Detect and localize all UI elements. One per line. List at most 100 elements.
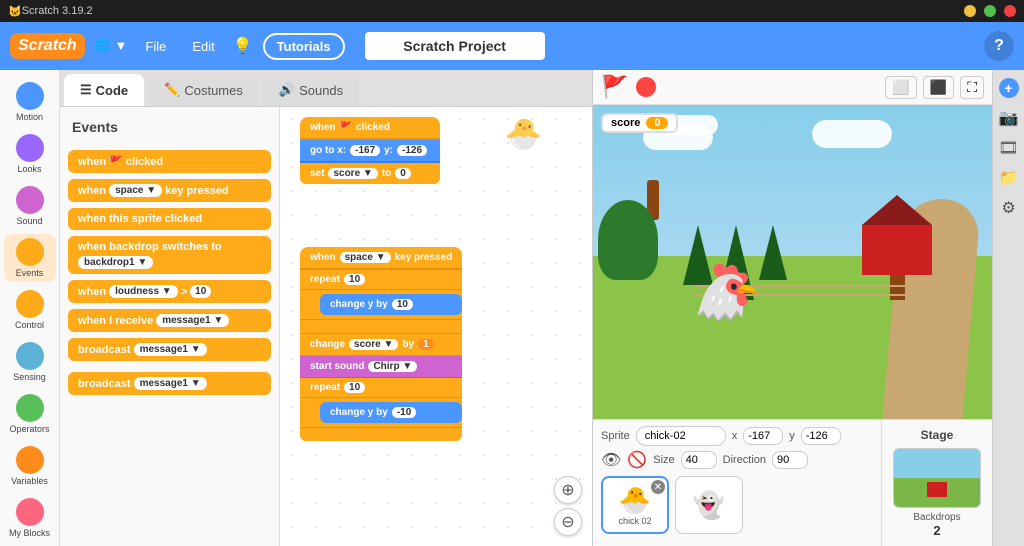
repeat-notch: ↩ — [300, 320, 462, 334]
message-dropdown[interactable]: message1 ▼ — [156, 314, 229, 327]
camera-btn[interactable]: 📷 — [999, 108, 1019, 128]
block-text: key pressed — [165, 185, 229, 197]
language-btn[interactable]: 🌐 ▼ — [95, 38, 128, 54]
title-bar: 🐱 Scratch 3.19.2 — [0, 0, 1024, 22]
folder-btn[interactable]: 📁 — [999, 168, 1019, 188]
block-broadcast2[interactable]: broadcast message1 ▼ — [68, 372, 271, 395]
y-label: y — [789, 430, 795, 442]
stop-btn[interactable] — [636, 77, 656, 97]
bottom-right: Sprite x y 👁 🚫 Size Direction — [593, 419, 992, 546]
file-menu-btn[interactable]: File — [137, 35, 174, 58]
block-change-score[interactable]: change score ▼ by 1 — [300, 334, 462, 356]
score-drop[interactable]: score ▼ — [328, 168, 377, 179]
sounds-tab-icon: 🔊 — [279, 82, 295, 98]
sprite-y-input[interactable] — [801, 427, 841, 445]
control-label: Control — [15, 320, 44, 330]
help-btn[interactable]: ? — [984, 31, 1014, 61]
key-dropdown[interactable]: space ▼ — [109, 184, 162, 197]
category-motion[interactable]: Motion — [4, 78, 56, 126]
block-when-loudness[interactable]: when loudness ▼ > 10 — [68, 280, 271, 303]
score-value: 0 — [646, 117, 668, 129]
sound-drop[interactable]: Chirp ▼ — [368, 361, 417, 372]
tabs-bar: ☰ Code ✏️ Costumes 🔊 Sounds — [60, 70, 592, 107]
block-flag-clicked-1[interactable]: when 🚩 clicked — [300, 117, 440, 140]
green-flag-btn[interactable]: 🚩 — [601, 74, 628, 100]
category-sensing[interactable]: Sensing — [4, 338, 56, 386]
broadcast-dropdown[interactable]: message1 ▼ — [134, 343, 207, 356]
sensing-dot — [16, 342, 44, 370]
motion-dot — [16, 82, 44, 110]
project-title[interactable]: Scratch Project — [365, 32, 545, 60]
stage-section: Stage Backdrops 2 — [882, 420, 992, 546]
key-pressed-text: key pressed — [395, 252, 453, 263]
stage-thumbnail[interactable] — [893, 448, 981, 508]
hide-btn[interactable]: 🚫 — [627, 450, 647, 470]
sprite-x-input[interactable] — [743, 427, 783, 445]
score-zero: 0 — [395, 168, 411, 179]
block-set-score[interactable]: set score ▼ to 0 — [300, 163, 440, 184]
block-start-sound[interactable]: start sound Chirp ▼ — [300, 356, 462, 378]
lightbulb-btn[interactable]: 💡 — [233, 36, 253, 56]
block-repeat-10-2[interactable]: repeat 10 — [300, 378, 462, 398]
zoom-out-btn[interactable]: ⊖ — [554, 508, 582, 536]
right-panel: 🚩 ⬜ ⬛ ⛶ — [592, 70, 992, 546]
block-when-sprite-clicked[interactable]: when this sprite clicked — [68, 208, 271, 230]
sprite-delete-btn[interactable]: ✕ — [651, 480, 665, 494]
add-btn[interactable]: + — [999, 78, 1019, 98]
category-myblocks[interactable]: My Blocks — [4, 494, 56, 542]
script-canvas[interactable]: when 🚩 clicked go to x: -167 y: -126 set… — [280, 107, 592, 546]
show-btn[interactable]: 👁 — [601, 450, 621, 470]
direction-input[interactable] — [772, 451, 808, 469]
tab-code[interactable]: ☰ Code — [64, 74, 144, 106]
repeat-val: 10 — [344, 274, 365, 285]
block-when-flag-clicked[interactable]: when 🚩 clicked — [68, 150, 271, 173]
close-btn[interactable] — [1004, 5, 1016, 17]
score-drop2[interactable]: score ▼ — [349, 339, 398, 350]
block-space-key[interactable]: when space ▼ key pressed — [300, 247, 462, 270]
sprite-thumb-ghost[interactable]: 👻 — [675, 476, 743, 534]
edit-menu-btn[interactable]: Edit — [184, 35, 222, 58]
sprite-thumb-chick[interactable]: ✕ 🐣 chick 02 — [601, 476, 669, 534]
category-sound[interactable]: Sound — [4, 182, 56, 230]
zoom-in-btn[interactable]: ⊕ — [554, 476, 582, 504]
block-goto[interactable]: go to x: -167 y: -126 — [300, 140, 440, 163]
stage-canvas: score 0 🐔 — [593, 105, 992, 419]
block-text: when — [78, 185, 106, 197]
broadcast2-dropdown[interactable]: message1 ▼ — [134, 377, 207, 390]
category-operators[interactable]: Operators — [4, 390, 56, 438]
block-when-backdrop[interactable]: when backdrop switches to backdrop1 ▼ — [68, 236, 271, 274]
chick-sprite: 🐔 — [693, 260, 761, 325]
space-drop[interactable]: space ▼ — [340, 252, 391, 263]
tab-sounds[interactable]: 🔊 Sounds — [263, 74, 359, 106]
stage-large-btn[interactable]: ⬛ — [923, 76, 954, 99]
block-when-key-pressed[interactable]: when space ▼ key pressed — [68, 179, 271, 202]
tutorials-btn[interactable]: Tutorials — [263, 33, 345, 60]
maximize-btn[interactable] — [984, 5, 996, 17]
block-repeat-10[interactable]: repeat 10 — [300, 270, 462, 290]
category-control[interactable]: Control — [4, 286, 56, 334]
backdrop-dropdown[interactable]: backdrop1 ▼ — [78, 256, 153, 269]
events-label: Events — [16, 268, 44, 278]
block-change-y-10[interactable]: change y by 10 — [320, 294, 462, 315]
sensor-dropdown[interactable]: loudness ▼ — [109, 285, 178, 298]
gear-btn[interactable]: ⚙ — [1001, 198, 1015, 218]
minimize-btn[interactable] — [964, 5, 976, 17]
block-text: when — [78, 156, 106, 168]
y-val: -126 — [397, 145, 427, 156]
video-btn[interactable]: 🎞 — [998, 138, 1018, 158]
sprite-name-input[interactable] — [636, 426, 726, 446]
backdrops-label: Backdrops — [913, 512, 960, 523]
fullscreen-btn[interactable]: ⬜ — [885, 76, 916, 99]
block-broadcast[interactable]: broadcast message1 ▼ — [68, 338, 271, 361]
category-variables[interactable]: Variables — [4, 442, 56, 490]
category-looks[interactable]: Looks — [4, 130, 56, 178]
fullscreen2-btn[interactable]: ⛶ — [960, 76, 984, 99]
size-input[interactable] — [681, 451, 717, 469]
block-when-receive[interactable]: when I receive message1 ▼ — [68, 309, 271, 332]
category-events[interactable]: Events — [4, 234, 56, 282]
palette-title: Events — [68, 115, 271, 139]
block-change-y-neg10[interactable]: change y by -10 — [320, 402, 462, 423]
tab-costumes[interactable]: ✏️ Costumes — [148, 74, 259, 106]
motion-label: Motion — [16, 112, 43, 122]
code-tab-icon: ☰ — [80, 82, 92, 98]
